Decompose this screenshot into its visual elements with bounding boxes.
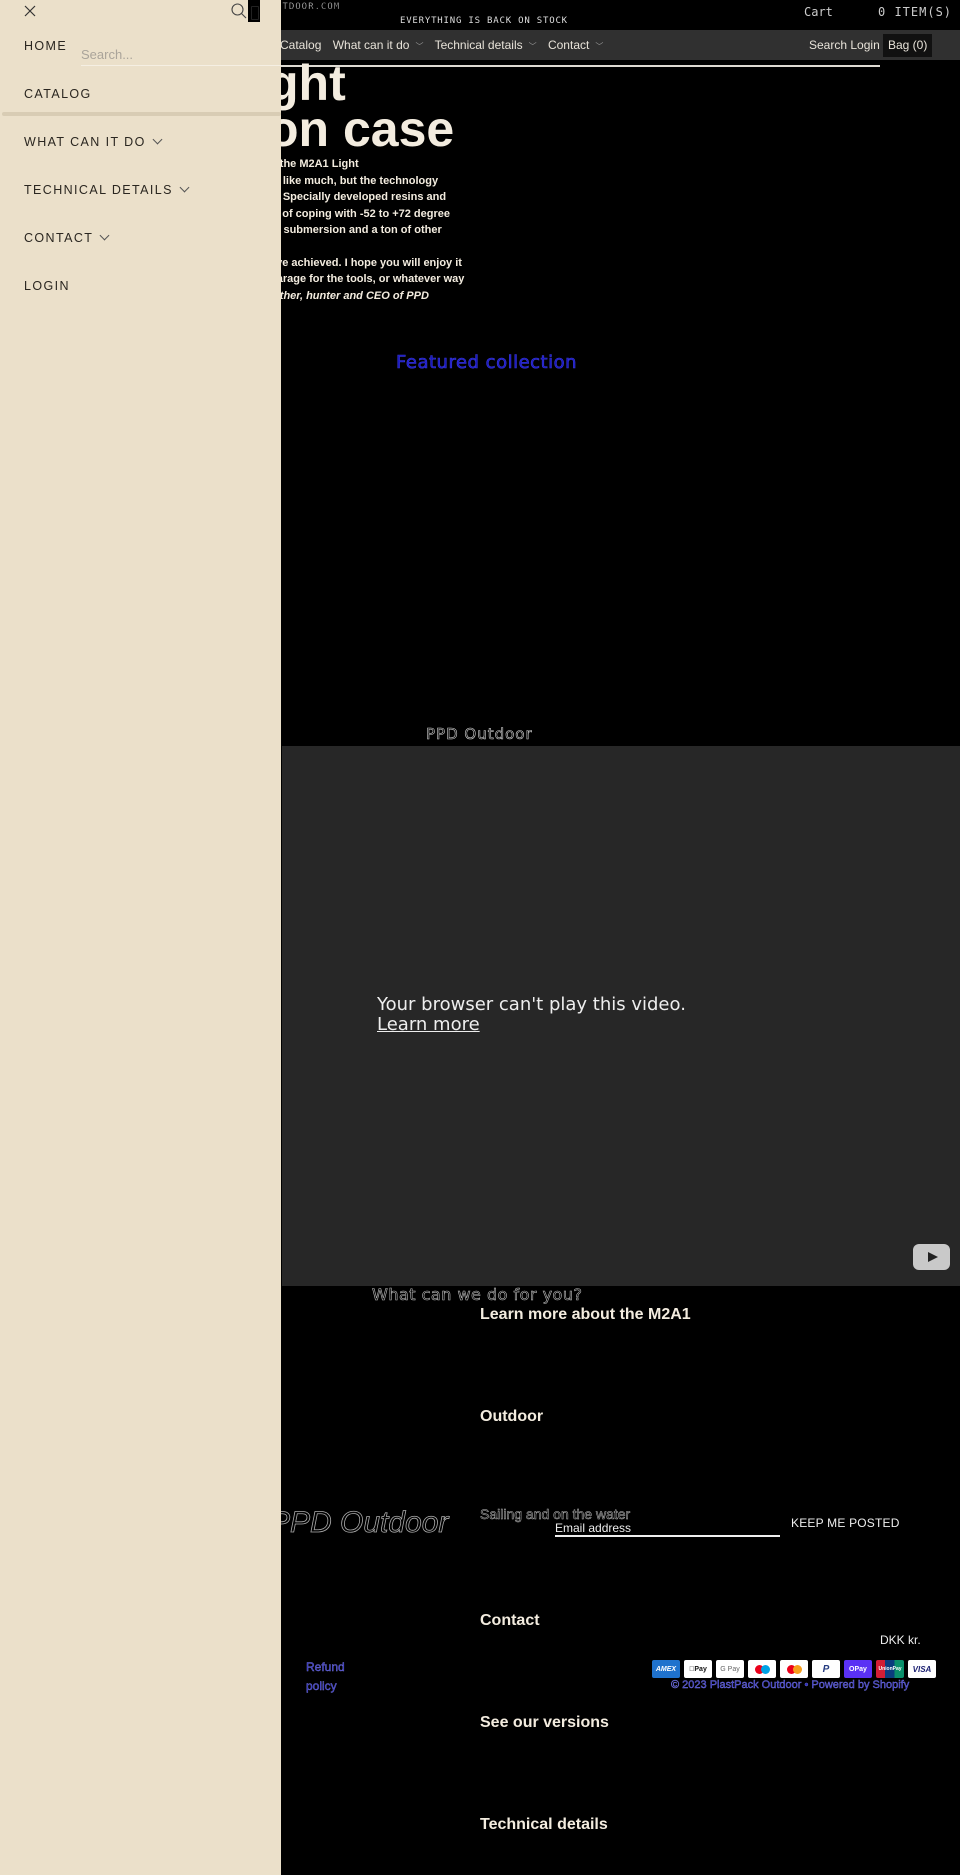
drawer-item-contact[interactable]: CONTACT bbox=[24, 230, 110, 245]
drawer-item-label: CATALOG bbox=[24, 87, 92, 101]
drawer-item-home[interactable]: HOME bbox=[24, 39, 67, 53]
bag-button[interactable]: Bag (0) bbox=[883, 34, 933, 57]
footer-heading-outdoor: Outdoor bbox=[480, 1408, 544, 1425]
search-toggle[interactable] bbox=[248, 0, 260, 22]
learn-more-link[interactable]: Learn more bbox=[377, 1016, 480, 1034]
nav-link-what-can-it-do[interactable]: What can it do ﹀ bbox=[333, 38, 428, 52]
nav-links: e Catalog What can it do ﹀ Technical deta… bbox=[270, 38, 611, 52]
cart-item-count[interactable]: 0 ITEM(S) bbox=[878, 5, 952, 19]
drawer-search-input[interactable] bbox=[81, 44, 281, 66]
drawer-item-label: CONTACT bbox=[24, 231, 94, 245]
footer-heading-learn-more: Learn more about the M2A1 bbox=[480, 1306, 691, 1323]
drawer-item-what-can-it-do[interactable]: WHAT CAN IT DO bbox=[24, 134, 163, 149]
cart-link[interactable]: Cart bbox=[804, 5, 833, 19]
nav-link-technical-details[interactable]: Technical details ﹀ bbox=[435, 38, 541, 52]
hero-text-line: er submersion and a ton of other bbox=[270, 224, 442, 236]
drawer-item-label: WHAT CAN IT DO bbox=[24, 135, 146, 149]
brand-wordmark: PPD Outdoor bbox=[426, 725, 533, 744]
chevron-down-icon: ﹀ bbox=[415, 42, 424, 51]
newsletter-email-input[interactable] bbox=[555, 1515, 780, 1537]
drawer-item-catalog[interactable]: CATALOG bbox=[24, 87, 92, 101]
payment-icons: AMEX Pay G Pay P OPay UnionPay VISA bbox=[652, 1660, 936, 1678]
paypal-icon: P bbox=[812, 1660, 840, 1678]
footer-heading-versions: See our versions bbox=[480, 1714, 609, 1731]
amex-icon: AMEX bbox=[652, 1660, 680, 1678]
currency-selector[interactable]: DKK kr. bbox=[880, 1633, 921, 1647]
chevron-down-icon bbox=[152, 134, 163, 145]
nav-login-link[interactable]: Login bbox=[850, 38, 879, 52]
chevron-down-icon bbox=[179, 182, 190, 193]
copyright-text[interactable]: © 2023 PlastPack Outdoor • Powered by Sh… bbox=[671, 1679, 910, 1691]
shop-pay-icon: OPay bbox=[844, 1660, 872, 1678]
hero-signature: father, hunter and CEO of PPD bbox=[270, 289, 429, 302]
refund-policy-label: policy bbox=[306, 1679, 337, 1693]
nav-search-link[interactable]: Search bbox=[809, 38, 847, 52]
announcement-text: EVERYTHING IS BACK ON STOCK bbox=[400, 16, 568, 26]
nav-link-contact[interactable]: Contact ﹀ bbox=[548, 38, 607, 52]
menu-drawer: HOME CATALOG WHAT CAN IT DO TECHNICAL DE… bbox=[0, 0, 281, 1875]
drawer-item-login[interactable]: LOGIN bbox=[24, 279, 70, 293]
hero-text-line: p the M2A1 Light bbox=[270, 158, 359, 170]
chevron-down-icon bbox=[99, 230, 110, 241]
video-player[interactable]: Your browser can't play this video. Lear… bbox=[282, 746, 960, 1286]
chevron-down-icon: ﹀ bbox=[528, 42, 537, 51]
search-icon[interactable] bbox=[230, 2, 248, 20]
hero-text-line: ave achieved. I hope you will enjoy it bbox=[270, 256, 462, 269]
section-heading-what-we-do: What can we do for you? bbox=[372, 1285, 583, 1305]
refund-policy-link[interactable]: Refund policy bbox=[306, 1658, 345, 1696]
drawer-item-label: TECHNICAL DETAILS bbox=[24, 183, 173, 197]
mastercard-icon bbox=[780, 1660, 808, 1678]
drawer-item-technical-details[interactable]: TECHNICAL DETAILS bbox=[24, 182, 190, 197]
youtube-play-icon[interactable] bbox=[913, 1244, 950, 1270]
refund-policy-label: Refund bbox=[306, 1660, 345, 1674]
hero-text-line: g. Specially developed resins and bbox=[270, 191, 447, 203]
apple-pay-icon: Pay bbox=[684, 1660, 712, 1678]
maestro-icon bbox=[748, 1660, 776, 1678]
hero-text-line: m like much, but the technology bbox=[270, 174, 439, 187]
divider bbox=[2, 112, 281, 116]
featured-collection-heading[interactable]: Featured collection bbox=[396, 352, 577, 374]
hero-body: p the M2A1 Light m like much, but the te… bbox=[270, 156, 490, 304]
hero-title-line-2: on case bbox=[268, 101, 455, 157]
google-pay-icon: G Pay bbox=[716, 1660, 744, 1678]
hero-text-line: le of coping with -52 to +72 degree bbox=[270, 207, 451, 220]
hero-title: ght on case bbox=[268, 58, 454, 154]
close-icon[interactable] bbox=[22, 3, 38, 19]
footer-heading-technical: Technical details bbox=[480, 1816, 608, 1833]
site-domain: UTDOOR.COM bbox=[276, 2, 341, 12]
newsletter-submit-button[interactable]: KEEP ME POSTED bbox=[791, 1516, 900, 1530]
footer-heading-contact: Contact bbox=[480, 1612, 540, 1629]
chevron-down-icon: ﹀ bbox=[595, 42, 604, 51]
video-error-message: Your browser can't play this video. Lear… bbox=[377, 996, 686, 1034]
unionpay-icon: UnionPay bbox=[876, 1660, 904, 1678]
video-error-text: Your browser can't play this video. bbox=[377, 994, 686, 1015]
drawer-item-label: HOME bbox=[24, 39, 68, 53]
footer-brand-name: PPD Outdoor bbox=[270, 1506, 449, 1540]
drawer-item-label: LOGIN bbox=[24, 279, 70, 293]
hero-text-line: garage for the tools, or whatever way bbox=[270, 273, 465, 285]
visa-icon: VISA bbox=[908, 1660, 936, 1678]
nav-utility-links: Search Login bbox=[809, 38, 880, 52]
